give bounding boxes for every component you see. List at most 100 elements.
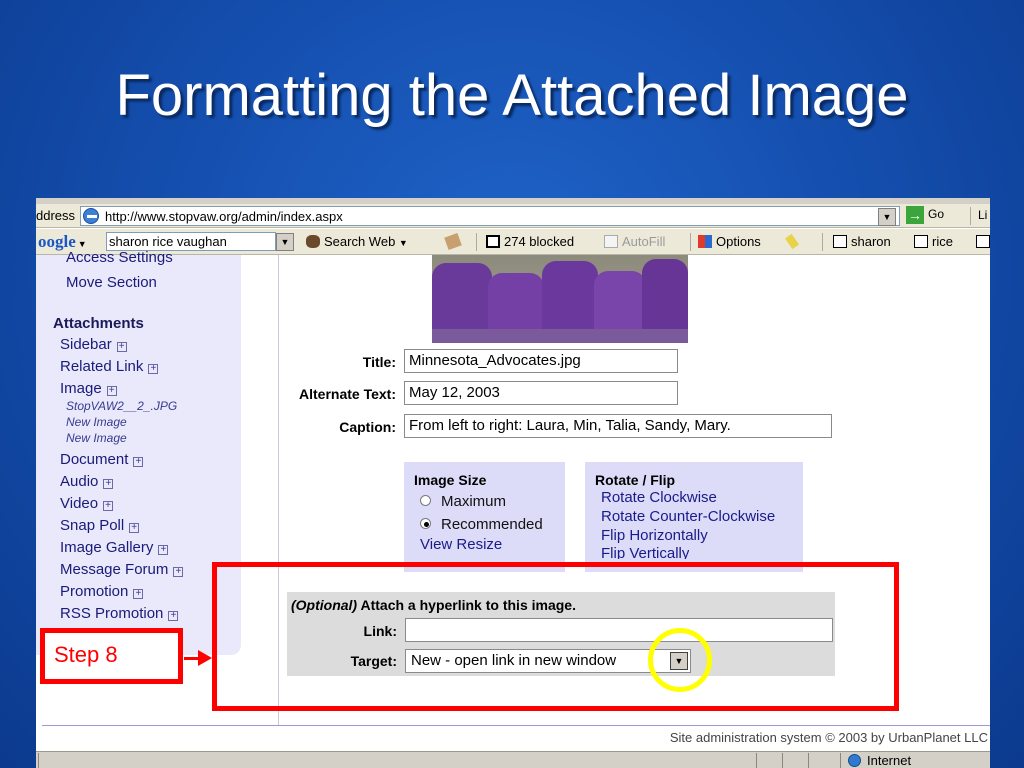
rotate-flip-panel: Rotate / Flip Rotate Clockwise Rotate Co…: [585, 462, 803, 572]
sidebar-item-image[interactable]: Image +: [60, 380, 117, 397]
dropdown-highlight-circle: [648, 628, 712, 692]
chevron-down-icon: ▼: [398, 238, 408, 248]
expand-icon[interactable]: +: [133, 589, 144, 599]
maximum-radio[interactable]: [420, 495, 431, 506]
sidebar-item-label: Image: [60, 380, 102, 397]
alt-text-input[interactable]: May 12, 2003: [404, 381, 678, 405]
maximum-label: Maximum: [441, 493, 507, 510]
rotate-flip-heading: Rotate / Flip: [595, 472, 676, 488]
flip-horizontally-link[interactable]: Flip Horizontally: [601, 527, 708, 544]
sidebar-item-label: Sidebar: [60, 336, 112, 353]
google-toolbar: oogle ▼ sharon rice vaughan ▼ Search Web …: [36, 229, 990, 255]
status-cell: [808, 753, 809, 768]
google-search-dropdown[interactable]: ▼: [276, 233, 294, 251]
attached-photo: [432, 255, 688, 343]
sidebar-item-related-link[interactable]: Related Link +: [60, 358, 159, 375]
expand-icon[interactable]: +: [103, 501, 114, 511]
toolbar-separator: [970, 207, 971, 225]
address-label: ddress: [36, 208, 76, 223]
image-size-panel: Image Size Maximum Recommended View Resi…: [404, 462, 565, 572]
expand-icon[interactable]: +: [106, 386, 117, 396]
search-web-button[interactable]: Search Web ▼: [306, 234, 408, 249]
expand-icon[interactable]: +: [148, 364, 159, 374]
options-label: Options: [716, 234, 761, 249]
image-subitem[interactable]: StopVAW2__2_.JPG: [66, 399, 177, 413]
sidebar-item-label: Audio: [60, 473, 99, 490]
search-term-next[interactable]: [976, 234, 990, 249]
address-url: http://www.stopvaw.org/admin/index.aspx: [105, 209, 343, 224]
highlight-button[interactable]: [784, 233, 800, 250]
expand-icon[interactable]: +: [129, 523, 140, 533]
status-cell: [38, 753, 39, 768]
image-subitem[interactable]: New Image: [66, 431, 127, 445]
popup-blocker-button[interactable]: 274 blocked: [486, 234, 574, 249]
address-bar: ddress http://www.stopvaw.org/admin/inde…: [36, 204, 990, 228]
title-label: Title:: [362, 354, 396, 370]
sidebar-item-message-forum[interactable]: Message Forum +: [60, 561, 184, 578]
sidebar-item-audio[interactable]: Audio +: [60, 473, 114, 490]
sidebar-item-snap-poll[interactable]: Snap Poll +: [60, 517, 140, 534]
address-input[interactable]: http://www.stopvaw.org/admin/index.aspx: [80, 206, 900, 226]
sidebar-item-move-section[interactable]: Move Section: [66, 274, 157, 291]
expand-icon[interactable]: +: [116, 342, 127, 352]
sidebar-item-label: Image Gallery: [60, 539, 154, 556]
photo-foreground: [432, 329, 688, 343]
view-resize-link[interactable]: View Resize: [420, 536, 502, 553]
sidebar-item-image-gallery[interactable]: Image Gallery +: [60, 539, 169, 556]
search-term-label: rice: [932, 234, 953, 249]
security-zone: Internet: [848, 753, 911, 768]
sidebar-item-sidebar[interactable]: Sidebar +: [60, 336, 127, 353]
expand-icon[interactable]: +: [173, 567, 184, 577]
image-size-heading: Image Size: [414, 472, 487, 488]
links-label[interactable]: Li: [978, 208, 987, 222]
flip-vertically-link[interactable]: Flip Vertically: [601, 545, 689, 559]
popup-blocker-count: 274 blocked: [504, 234, 575, 249]
ie-page-icon: [83, 208, 99, 224]
expand-icon[interactable]: +: [133, 457, 144, 467]
toolbar-separator: [690, 233, 691, 251]
status-bar: Internet: [36, 751, 990, 768]
title-input[interactable]: Minnesota_Advocates.jpg: [404, 349, 678, 373]
options-button[interactable]: Options: [698, 234, 761, 249]
options-icon: [698, 235, 712, 248]
rotate-counter-clockwise-link[interactable]: Rotate Counter-Clockwise: [601, 508, 775, 525]
highlighter-icon: [784, 233, 800, 250]
image-size-maximum-option[interactable]: Maximum: [420, 493, 506, 510]
chevron-down-icon: ▼: [77, 239, 87, 249]
rotate-clockwise-link[interactable]: Rotate Clockwise: [601, 489, 717, 506]
go-button[interactable]: → Go: [906, 206, 944, 224]
admin-sidebar: Access Settings Move Section Attachments…: [36, 249, 241, 655]
search-term-sharon[interactable]: sharon: [833, 234, 891, 249]
expand-icon[interactable]: +: [168, 611, 179, 621]
address-dropdown-button[interactable]: ▼: [878, 208, 896, 226]
binoculars-icon: [306, 235, 320, 248]
sidebar-item-video[interactable]: Video +: [60, 495, 114, 512]
expand-icon[interactable]: +: [103, 479, 114, 489]
find-term-icon: [976, 235, 990, 248]
expand-icon[interactable]: +: [158, 545, 169, 555]
alt-text-label: Alternate Text:: [299, 386, 396, 402]
sidebar-item-label: Document: [60, 451, 129, 468]
sidebar-item-label: Snap Poll: [60, 517, 125, 534]
caption-input[interactable]: From left to right: Laura, Min, Talia, S…: [404, 414, 832, 438]
attachments-heading: Attachments: [53, 315, 144, 332]
autofill-button[interactable]: AutoFill: [604, 234, 665, 249]
status-cell: [840, 753, 841, 768]
sidebar-item-label: Related Link: [60, 358, 144, 375]
sidebar-item-rss-promotion[interactable]: RSS Promotion +: [60, 605, 179, 622]
toolbar-separator: [822, 233, 823, 251]
sidebar-item-access-settings[interactable]: Access Settings: [66, 249, 173, 266]
news-button[interactable]: [444, 232, 464, 251]
sidebar-item-promotion[interactable]: Promotion +: [60, 583, 144, 600]
find-term-icon: [914, 235, 928, 248]
image-subitem[interactable]: New Image: [66, 415, 127, 429]
autofill-icon: [604, 235, 618, 248]
image-size-recommended-option[interactable]: Recommended: [420, 516, 543, 533]
step-highlight-box: [212, 562, 899, 711]
sidebar-item-document[interactable]: Document +: [60, 451, 144, 468]
recommended-radio[interactable]: [420, 518, 431, 529]
go-arrow-icon: →: [906, 206, 924, 224]
sidebar-item-label: Message Forum: [60, 561, 169, 578]
search-term-rice[interactable]: rice: [914, 234, 953, 249]
footer-copyright: Site administration system © 2003 by Urb…: [669, 730, 988, 745]
